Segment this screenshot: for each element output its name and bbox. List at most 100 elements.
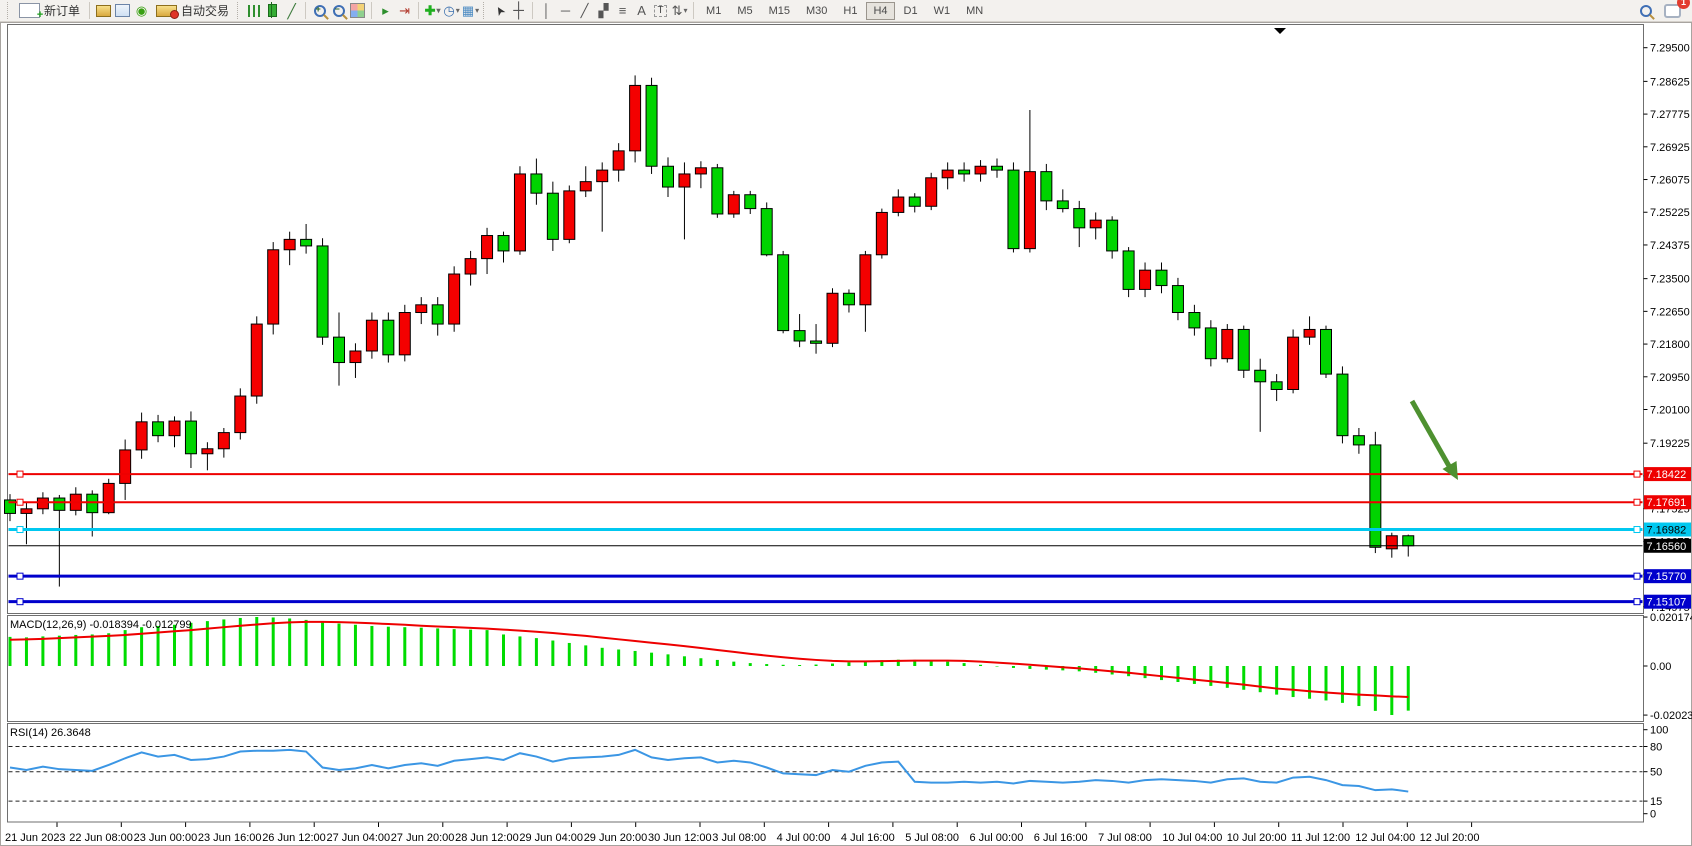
zoom-out-button[interactable]: − — [329, 2, 348, 20]
timeframe-button-m30[interactable]: M30 — [799, 2, 834, 20]
template-icon: ▦ — [462, 4, 474, 17]
rsi-axis-label: 0 — [1650, 809, 1656, 821]
text-tool-button[interactable]: A — [632, 2, 651, 20]
line-handle[interactable] — [1634, 527, 1640, 533]
crosshair-icon: ┼ — [513, 3, 524, 18]
periods-button[interactable]: ◷▾ — [442, 2, 461, 20]
candle-body — [1156, 270, 1167, 285]
candle-chart-button[interactable] — [263, 2, 282, 20]
separator — [305, 2, 306, 19]
candle-body — [301, 239, 312, 246]
candlestick — [383, 313, 394, 363]
line-handle[interactable] — [17, 573, 23, 579]
separator — [89, 2, 90, 19]
macd-panel[interactable] — [8, 616, 1644, 722]
candle-body — [1189, 313, 1200, 328]
chart-shift-button[interactable]: ⇥ — [395, 2, 414, 20]
vertical-line-button[interactable]: │ — [537, 2, 556, 20]
timeframe-button-h1[interactable]: H1 — [836, 2, 864, 20]
notifications-button[interactable]: 1 — [1663, 2, 1682, 20]
auto-scroll-button[interactable]: ▸ — [376, 2, 395, 20]
timeframe-button-h4[interactable]: H4 — [866, 2, 894, 20]
chart-canvas[interactable]: 7.295007.286257.277757.269257.260757.252… — [0, 0, 1692, 846]
chevron-down-icon: ▾ — [436, 7, 440, 15]
line-handle[interactable] — [17, 499, 23, 505]
candlestick — [317, 238, 328, 345]
timeframe-button-mn[interactable]: MN — [959, 2, 990, 20]
line-handle[interactable] — [17, 599, 23, 605]
fibonacci-button[interactable]: ≡ — [613, 2, 632, 20]
candlestick — [1123, 247, 1134, 297]
candlestick — [514, 166, 525, 255]
line-handle[interactable] — [17, 471, 23, 477]
candle-body — [482, 236, 493, 259]
timeframe-button-m5[interactable]: M5 — [730, 2, 759, 20]
candle-body — [416, 305, 427, 313]
trendline-button[interactable]: ╱ — [575, 2, 594, 20]
clock-icon: ◷ — [443, 4, 454, 17]
candlestick — [712, 164, 723, 218]
line-handle[interactable] — [1634, 573, 1640, 579]
minus-glyph: − — [335, 5, 340, 13]
cursor-icon: ➤ — [492, 3, 507, 18]
new-order-icon: + — [19, 3, 40, 18]
candle-body — [54, 498, 65, 510]
candle-body — [498, 236, 509, 251]
candle-body — [366, 320, 377, 351]
search-button[interactable] — [1636, 2, 1655, 20]
date-axis-label: 7 Jul 08:00 — [1098, 832, 1152, 844]
line-handle[interactable] — [1634, 599, 1640, 605]
timeframe-button-d1[interactable]: D1 — [897, 2, 925, 20]
cursor-button[interactable]: ➤ — [490, 2, 509, 20]
candle-body — [761, 209, 772, 255]
auto-trading-button[interactable]: 自动交易 — [151, 1, 234, 21]
tile-windows-button[interactable] — [348, 2, 367, 20]
horizontal-line-button[interactable]: ─ — [556, 2, 575, 20]
timeframe-button-m15[interactable]: M15 — [762, 2, 797, 20]
toolbar-grip[interactable] — [7, 2, 11, 19]
new-order-button[interactable]: + 新订单 — [14, 1, 85, 21]
arrows-icon: ⇅ — [672, 4, 683, 17]
candle-body — [992, 166, 1003, 170]
main-chart-panel[interactable] — [8, 25, 1644, 614]
arrows-button[interactable]: ⇅▾ — [670, 2, 689, 20]
chart-window-button[interactable] — [113, 2, 132, 20]
candle-body — [827, 293, 838, 343]
macd-axis-label: -0.020231 — [1650, 710, 1692, 722]
price-axis-label: 7.29500 — [1650, 43, 1690, 55]
market-box-button[interactable] — [94, 2, 113, 20]
timeframe-button-w1[interactable]: W1 — [927, 2, 958, 20]
line-chart-button[interactable]: ╱ — [282, 2, 301, 20]
candle-body — [103, 483, 114, 512]
toolbar-grip[interactable] — [237, 2, 241, 19]
candle-body — [284, 239, 295, 249]
crosshair-button[interactable]: ┼ — [509, 2, 528, 20]
price-axis-label: 7.22650 — [1650, 306, 1690, 318]
candlestick — [876, 209, 887, 259]
signal-button[interactable]: ◉ — [132, 2, 151, 20]
chevron-down-icon: ▾ — [683, 7, 687, 15]
stop-dot-icon — [170, 10, 179, 19]
macd-axis-label: 0.00 — [1650, 661, 1671, 673]
line-chart-icon: ╱ — [287, 4, 295, 18]
candle-body — [136, 422, 147, 450]
date-axis-label: 23 Jun 00:00 — [134, 832, 198, 844]
price-axis-label: 7.28625 — [1650, 76, 1690, 88]
toolbar-grip[interactable] — [483, 2, 487, 19]
label-tool-button[interactable]: T — [651, 2, 670, 20]
chevron-down-icon: ▾ — [456, 7, 460, 15]
candle-body — [1172, 286, 1183, 313]
candle-body — [1222, 329, 1233, 358]
candlestick — [778, 251, 789, 333]
timeframe-button-m1[interactable]: M1 — [699, 2, 728, 20]
channel-button[interactable]: ▞ — [594, 2, 613, 20]
line-handle[interactable] — [17, 527, 23, 533]
line-handle[interactable] — [1634, 471, 1640, 477]
bar-chart-button[interactable] — [244, 2, 263, 20]
indicators-button[interactable]: ✚▾ — [423, 2, 442, 20]
zoom-in-button[interactable]: + — [310, 2, 329, 20]
candle-body — [1403, 536, 1414, 546]
templates-button[interactable]: ▦▾ — [461, 2, 480, 20]
candle-body — [1123, 251, 1134, 289]
line-handle[interactable] — [1634, 499, 1640, 505]
